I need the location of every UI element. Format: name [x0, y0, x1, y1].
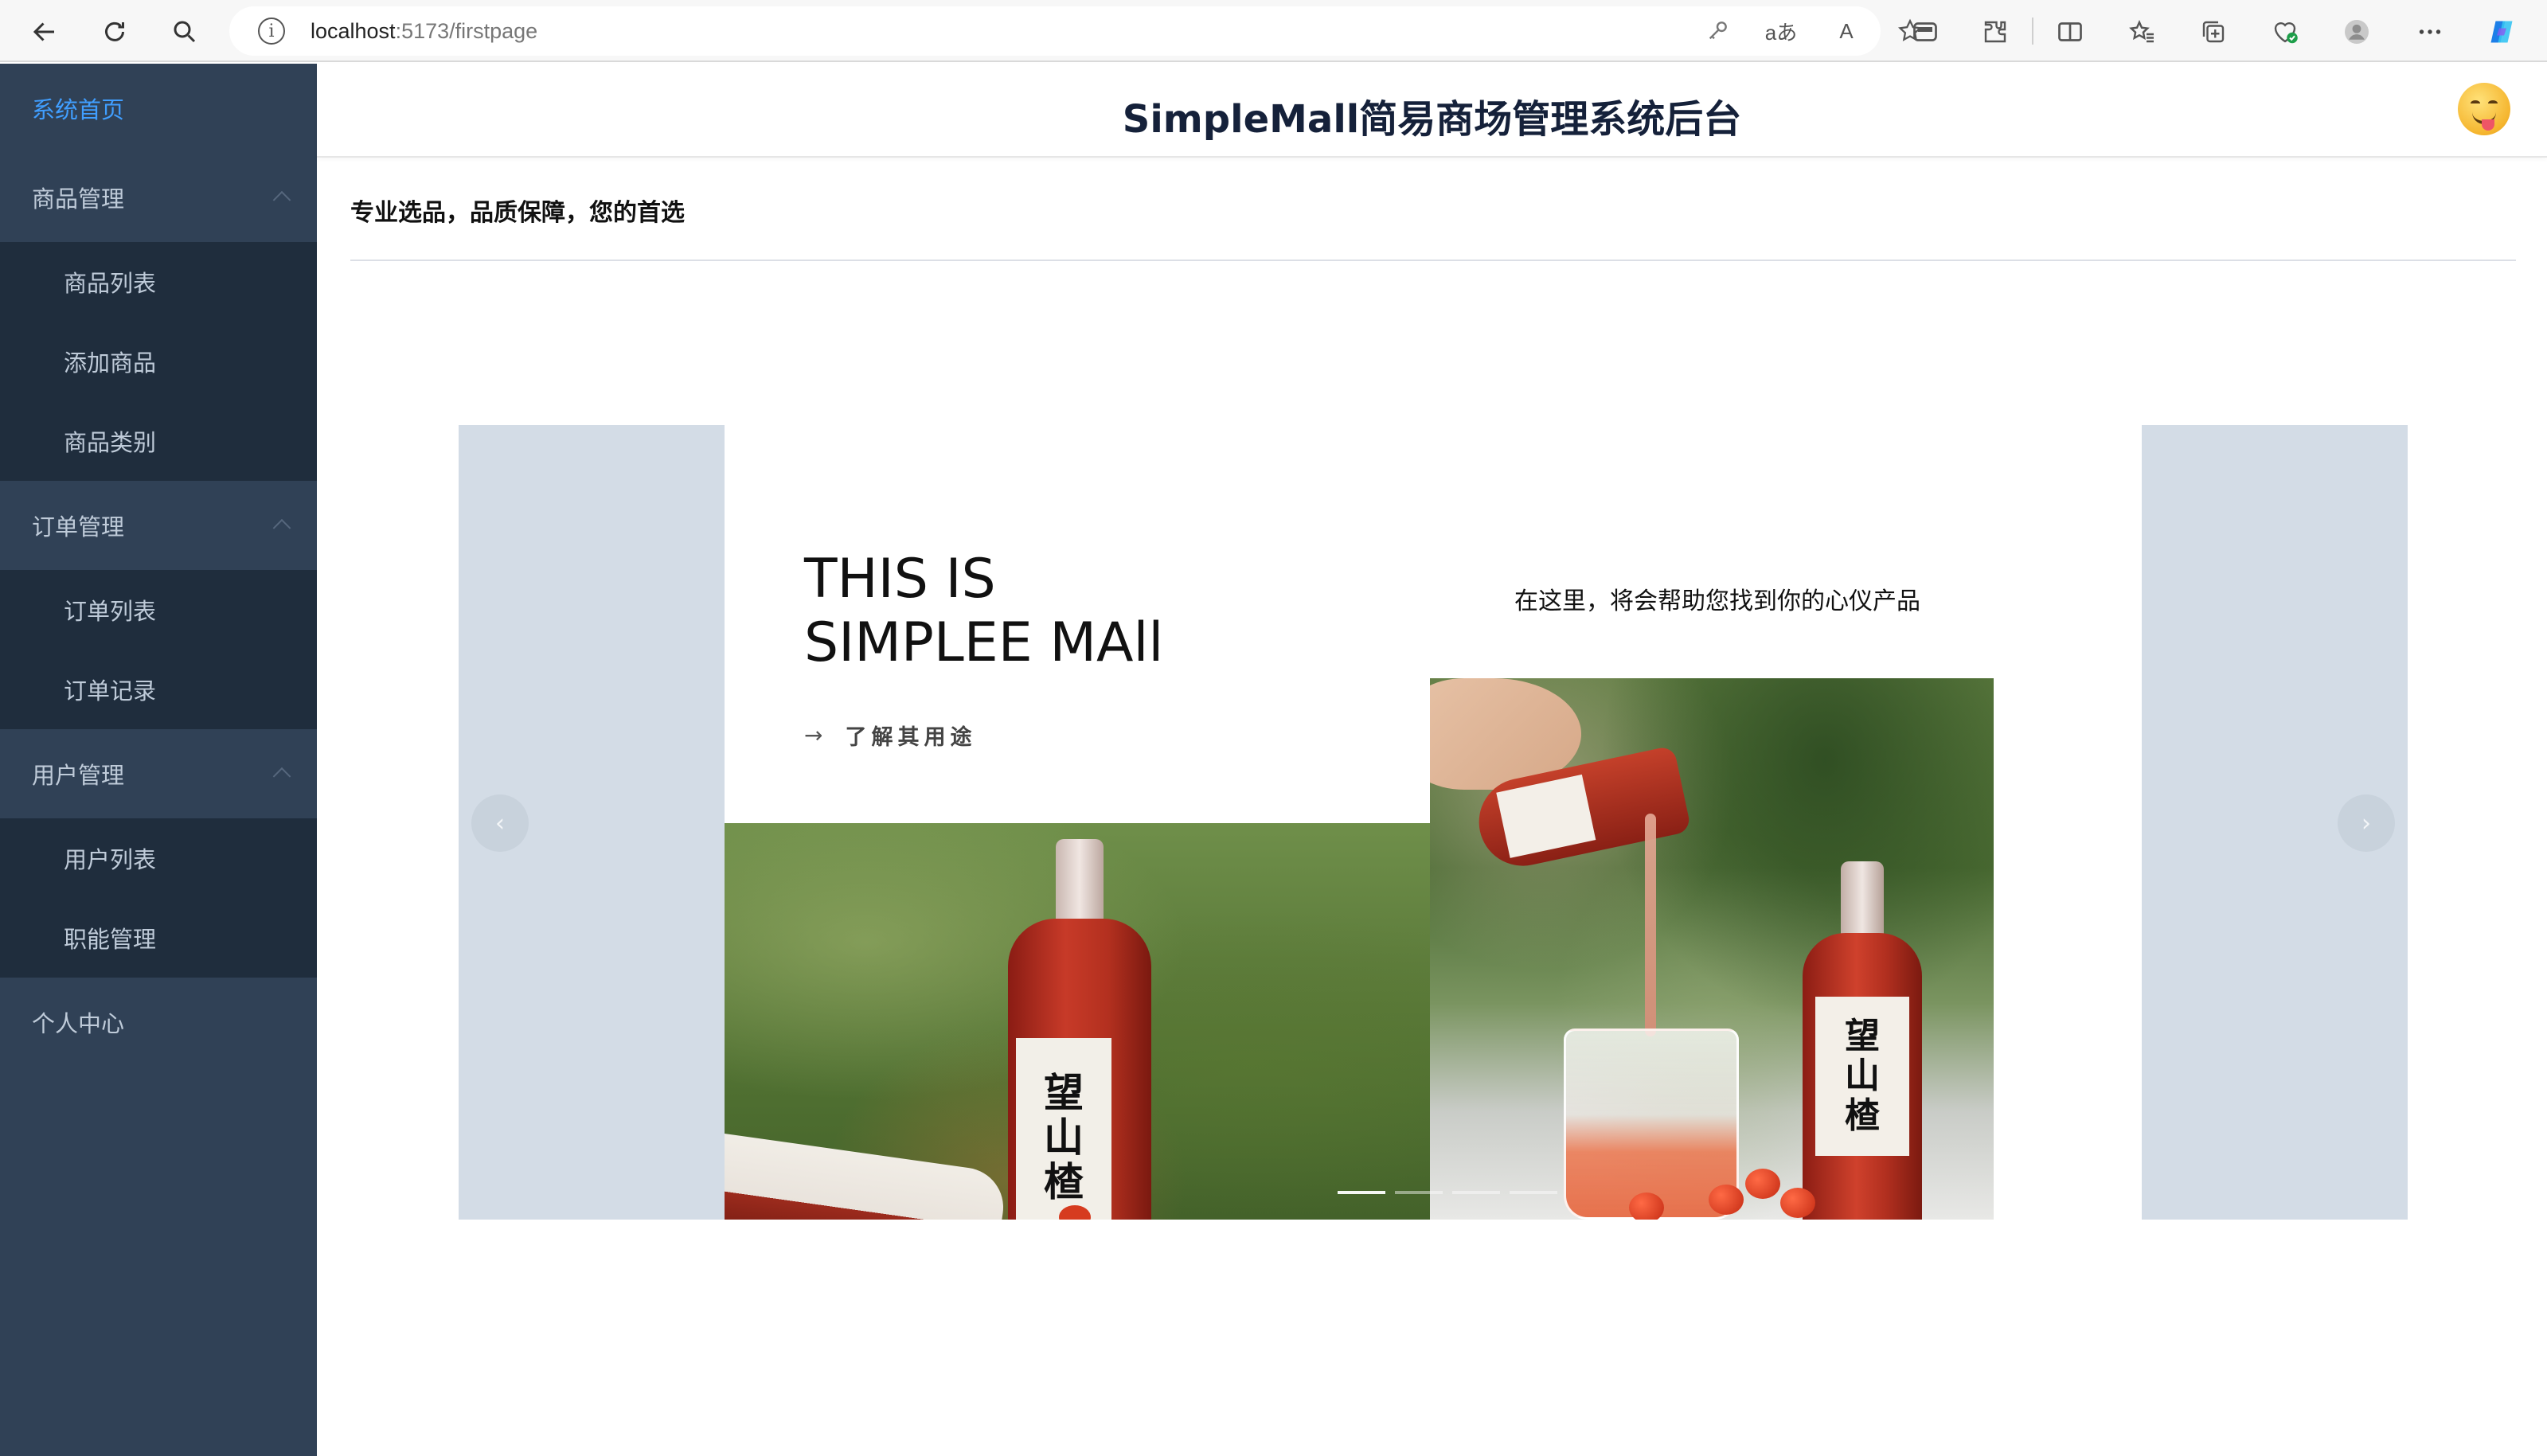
sidebar-item-product-management[interactable]: 商品管理: [0, 153, 317, 242]
split-screen-icon[interactable]: [2051, 13, 2089, 51]
sidebar-item-label: 添加商品: [64, 349, 157, 377]
sidebar-item-user-management[interactable]: 用户管理: [0, 729, 317, 818]
browser-toolbar: i localhost:5173/firstpage aあ A: [0, 0, 2547, 62]
carousel-indicator[interactable]: [1510, 1191, 1557, 1194]
collections-icon[interactable]: [2194, 13, 2233, 51]
submenu-users: 用户列表 职能管理: [0, 818, 317, 978]
carousel-active-card: THIS IS SIMPLEE MAll → 了解其用途 在这里，将会帮助您找到…: [725, 425, 2142, 1220]
read-aloud-icon[interactable]: A: [1830, 14, 1863, 48]
hero-subtitle: 在这里，将会帮助您找到你的心仪产品: [1514, 587, 1920, 615]
sidebar-item-label: 订单记录: [64, 677, 157, 705]
learn-more-link[interactable]: → 了解其用途: [804, 720, 976, 751]
sidebar-item-home[interactable]: 系统首页: [0, 64, 317, 153]
sidebar: 系统首页 商品管理 商品列表 添加商品 商品类别 订单管理 订单列表 订单记录 …: [0, 64, 317, 1456]
sidebar-item-product-category[interactable]: 商品类别: [0, 401, 317, 481]
sidebar-item-order-list[interactable]: 订单列表: [0, 570, 317, 650]
carousel-indicator[interactable]: [1452, 1191, 1500, 1194]
carousel-next-button[interactable]: ›: [2338, 794, 2395, 852]
submenu-orders: 订单列表 订单记录: [0, 570, 317, 729]
site-info-icon[interactable]: i: [258, 18, 285, 45]
carousel-indicators: [1338, 1191, 1557, 1194]
profile-avatar-icon[interactable]: [2338, 13, 2376, 51]
smiling-face-icon[interactable]: [2458, 83, 2510, 135]
sidebar-item-add-product[interactable]: 添加商品: [0, 322, 317, 401]
more-options-icon[interactable]: [2411, 13, 2449, 51]
divider: [350, 260, 2516, 261]
sidebar-item-label: 职能管理: [64, 926, 157, 953]
main-content: 专业选品，品质保障，您的首选 THIS IS SIMPLEE MAll → 了解…: [317, 159, 2547, 1456]
hero-title: THIS IS SIMPLEE MAll: [804, 548, 1164, 674]
sidebar-item-user-list[interactable]: 用户列表: [0, 818, 317, 898]
sidebar-item-order-records[interactable]: 订单记录: [0, 650, 317, 729]
bottle-label: 望 山 楂: [1016, 1038, 1111, 1220]
carousel-prev-button[interactable]: ‹: [471, 794, 529, 852]
browser-health-icon[interactable]: [2266, 13, 2304, 51]
arrow-right-icon: →: [804, 722, 828, 748]
extensions-icon[interactable]: [1976, 13, 2014, 51]
carousel-indicator[interactable]: [1395, 1191, 1443, 1194]
sidebar-item-label: 用户管理: [32, 762, 125, 789]
sidebar-item-label: 订单管理: [32, 513, 125, 541]
carousel: THIS IS SIMPLEE MAll → 了解其用途 在这里，将会帮助您找到…: [459, 425, 2408, 1220]
sidebar-item-label: 商品列表: [64, 270, 157, 297]
translate-icon[interactable]: aあ: [1764, 14, 1798, 48]
chevron-up-icon: [272, 518, 291, 537]
sidebar-item-product-list[interactable]: 商品列表: [0, 242, 317, 322]
sidebar-item-label: 商品管理: [32, 185, 125, 213]
browser-essentials-icon[interactable]: [1906, 13, 1944, 51]
sidebar-item-order-management[interactable]: 订单管理: [0, 481, 317, 570]
submenu-products: 商品列表 添加商品 商品类别: [0, 242, 317, 481]
key-icon[interactable]: [1701, 14, 1734, 48]
toolbar-separator: [2032, 18, 2033, 45]
sidebar-item-label: 个人中心: [32, 1010, 125, 1037]
sidebar-item-label: 商品类别: [64, 429, 157, 456]
sidebar-item-label: 系统首页: [32, 96, 125, 123]
slogan-heading: 专业选品，品质保障，您的首选: [350, 199, 685, 227]
favorites-icon[interactable]: [2123, 13, 2161, 51]
url-text[interactable]: localhost:5173/firstpage: [311, 19, 537, 44]
refresh-icon[interactable]: [94, 11, 135, 53]
product-photo-bottles-on-grass: 望 山 楂: [725, 823, 1430, 1220]
search-icon[interactable]: [164, 11, 205, 53]
address-bar[interactable]: i localhost:5173/firstpage aあ A: [229, 6, 1922, 56]
copilot-icon[interactable]: [2483, 13, 2521, 51]
sidebar-item-label: 用户列表: [64, 846, 157, 873]
sidebar-item-personal-center[interactable]: 个人中心: [0, 978, 317, 1067]
app-header: SimpleMall简易商场管理系统后台: [317, 64, 2547, 158]
page-title: SimpleMall简易商场管理系统后台: [1122, 97, 1742, 142]
bottle-label: 望 山 楂: [1815, 997, 1909, 1156]
sidebar-item-label: 订单列表: [64, 598, 157, 625]
product-photo-pouring-drink: 望 山 楂: [1430, 678, 1994, 1220]
sidebar-item-role-management[interactable]: 职能管理: [0, 898, 317, 978]
carousel-indicator[interactable]: [1338, 1191, 1385, 1194]
chevron-up-icon: [272, 190, 291, 209]
chevron-up-icon: [272, 767, 291, 786]
back-icon[interactable]: [24, 11, 65, 53]
